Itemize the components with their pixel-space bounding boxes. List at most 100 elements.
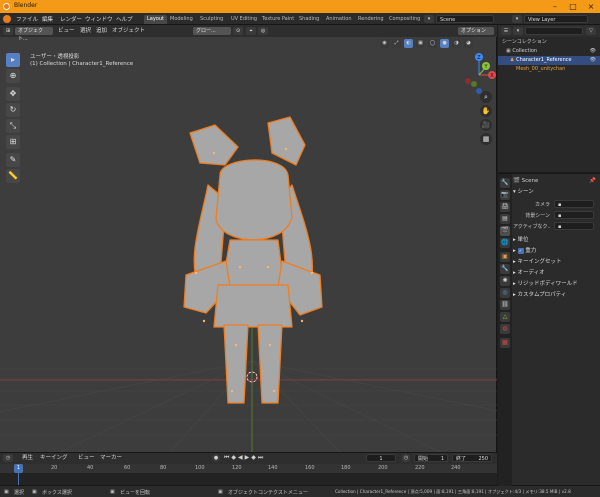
transform-tool-icon[interactable]: ⊞ <box>6 135 20 149</box>
output-tab-icon[interactable]: 🖨 <box>500 202 510 212</box>
section-units[interactable]: ▸ 単位 <box>513 236 599 245</box>
view-layer-field[interactable]: View Layer <box>524 15 588 23</box>
tool-tab-icon[interactable]: 🔧 <box>500 178 510 188</box>
outliner-search-input[interactable] <box>525 27 583 35</box>
play-icon[interactable]: ▶ <box>245 454 250 462</box>
camera-field[interactable]: ▪ <box>554 200 594 208</box>
frame-start-field[interactable]: 開始 1 <box>414 454 448 462</box>
tab-texture-paint[interactable]: Texture Paint <box>259 15 297 24</box>
menu-window[interactable]: ウィンドウ <box>85 15 113 23</box>
outliner-item-collection[interactable]: ▣ Collection 👁 <box>498 47 600 56</box>
timeline-editor[interactable]: ◷ 再生 キーイング ビュー マーカー ● ⏮ ◆ ◀ ▶ ◆ ⏭ 1 ◷ 開始… <box>0 452 497 486</box>
data-tab-icon[interactable]: △ <box>500 312 510 322</box>
select-tool-icon[interactable]: ▸ <box>6 53 20 67</box>
playhead-frame-badge[interactable]: 1 <box>14 464 23 473</box>
gravity-checkbox[interactable]: ✓ <box>517 247 524 254</box>
section-custom-properties[interactable]: ▸ カスタムプロパティ <box>513 291 599 300</box>
tab-uv-editing[interactable]: UV Editing <box>228 15 260 24</box>
visibility-eye-icon[interactable]: 👁 <box>590 56 596 65</box>
menu-render[interactable]: レンダー <box>60 15 82 23</box>
menu-marker[interactable]: マーカー <box>100 454 122 462</box>
blender-menu-icon[interactable] <box>3 15 11 23</box>
tab-animation[interactable]: Animation <box>323 15 355 24</box>
section-gravity[interactable]: ▸ ✓ 重力 <box>513 247 599 256</box>
play-reverse-icon[interactable]: ◀ <box>238 454 243 462</box>
character-head[interactable] <box>215 159 293 241</box>
character-hips[interactable] <box>213 284 293 328</box>
filter-icon[interactable]: ▽ <box>586 27 596 35</box>
scene-field[interactable]: Scene <box>436 15 494 23</box>
character-torso[interactable] <box>221 239 285 288</box>
world-tab-icon[interactable]: 🌐 <box>500 238 510 248</box>
scene-icon[interactable]: ▾ <box>424 15 434 23</box>
menu-file[interactable]: ファイル <box>16 15 38 23</box>
right-ear-ribbon[interactable] <box>267 116 306 166</box>
maximize-button[interactable]: □ <box>564 0 582 13</box>
outliner-item-character[interactable]: ♟ Character1_Reference 👁 <box>498 56 600 65</box>
properties-editor[interactable]: 🔧 📷 🖨 ▤ 🎬 🌐 ▣ 🔧 ✺ ◎ ⛓ △ ◍ ▦ 🎬 Scene 📌 ▾ … <box>498 173 600 486</box>
tab-compositing[interactable]: Compositing <box>386 15 423 24</box>
scene-tab-icon[interactable]: 🎬 <box>500 226 510 236</box>
tab-layout[interactable]: Layout <box>144 15 167 24</box>
visibility-eye-icon[interactable]: 👁 <box>590 47 596 56</box>
texture-tab-icon[interactable]: ▦ <box>500 338 510 348</box>
display-mode-icon[interactable]: ▾ <box>513 27 523 35</box>
particles-tab-icon[interactable]: ✺ <box>500 276 510 286</box>
minimize-button[interactable]: – <box>546 0 564 13</box>
tab-modeling[interactable]: Modeling <box>167 15 196 24</box>
outliner-item-mesh[interactable]: Mesh_00_unitychan <box>498 65 600 74</box>
pan-hand-icon[interactable]: ✋ <box>480 105 492 117</box>
frame-end-field[interactable]: 終了 250 <box>452 454 492 462</box>
jump-start-icon[interactable]: ⏮ <box>224 454 229 462</box>
outliner-scene-collection[interactable]: シーンコレクション <box>498 38 600 47</box>
tab-rendering[interactable]: Rendering <box>355 15 387 24</box>
menu-playback[interactable]: 再生 <box>22 454 33 462</box>
menu-help[interactable]: ヘルプ <box>116 15 133 23</box>
left-ear-ribbon[interactable] <box>189 124 239 166</box>
tab-shading[interactable]: Shading <box>296 15 322 24</box>
rotate-tool-icon[interactable]: ↻ <box>6 103 20 117</box>
prev-key-icon[interactable]: ◆ <box>231 454 236 462</box>
right-leg[interactable] <box>257 324 283 404</box>
menu-keying[interactable]: キーイング <box>40 454 68 462</box>
zoom-icon[interactable]: ⌕ <box>480 91 492 103</box>
view-layer-icon[interactable]: ▾ <box>512 15 522 23</box>
background-scene-field[interactable]: ▪ <box>554 211 594 219</box>
pin-icon[interactable]: 📌 <box>589 177 596 186</box>
annotate-tool-icon[interactable]: ✎ <box>6 153 20 167</box>
object-tab-icon[interactable]: ▣ <box>500 252 510 262</box>
menu-edit[interactable]: 編集 <box>42 15 53 23</box>
constraints-tab-icon[interactable]: ⛓ <box>500 300 510 310</box>
cursor-tool-icon[interactable]: ⊕ <box>6 69 20 83</box>
tab-sculpting[interactable]: Sculpting <box>197 15 226 24</box>
move-tool-icon[interactable]: ✥ <box>6 87 20 101</box>
character-mesh[interactable] <box>183 116 323 404</box>
outliner-editor-type-icon[interactable]: ☰ <box>501 27 511 35</box>
render-tab-icon[interactable]: 📷 <box>500 190 510 200</box>
jump-end-icon[interactable]: ⏭ <box>258 454 263 462</box>
3d-viewport[interactable]: ⊞ オブジェクト... ビュー 選択 追加 オブジェクト グロー... ⊙ ⌖ … <box>0 25 497 452</box>
physics-tab-icon[interactable]: ◎ <box>500 288 510 298</box>
outliner[interactable]: ☰ ▾ ▽ シーンコレクション ▣ Collection 👁 ♟ Charact… <box>498 25 600 172</box>
timeline-editor-type-icon[interactable]: ◷ <box>3 454 13 462</box>
section-rigid-body-world[interactable]: ▸ リジッドボディワールド <box>513 280 599 289</box>
record-icon[interactable]: ● <box>212 454 220 462</box>
navigation-gizmo[interactable]: Z X Y <box>462 51 496 97</box>
section-audio[interactable]: ▸ オーディオ <box>513 269 599 278</box>
view-layer-tab-icon[interactable]: ▤ <box>500 214 510 224</box>
camera-view-icon[interactable]: 🎥 <box>480 119 492 131</box>
close-button[interactable]: × <box>582 0 600 13</box>
active-clip-field[interactable]: ▪ <box>554 222 594 230</box>
material-tab-icon[interactable]: ◍ <box>500 324 510 334</box>
left-leg[interactable] <box>223 324 249 404</box>
next-key-icon[interactable]: ◆ <box>251 454 256 462</box>
section-keying-sets[interactable]: ▸ キーイングセット <box>513 258 599 267</box>
scale-tool-icon[interactable]: ⤡ <box>6 119 20 133</box>
measure-tool-icon[interactable]: 📏 <box>6 169 20 183</box>
preview-range-icon[interactable]: ◷ <box>402 454 410 462</box>
section-scene-header[interactable]: ▾ シーン <box>513 188 599 197</box>
modifiers-tab-icon[interactable]: 🔧 <box>500 264 510 274</box>
menu-timeline-view[interactable]: ビュー <box>78 454 95 462</box>
current-frame-field[interactable]: 1 <box>366 454 396 462</box>
perspective-toggle-icon[interactable]: ▦ <box>480 133 492 145</box>
